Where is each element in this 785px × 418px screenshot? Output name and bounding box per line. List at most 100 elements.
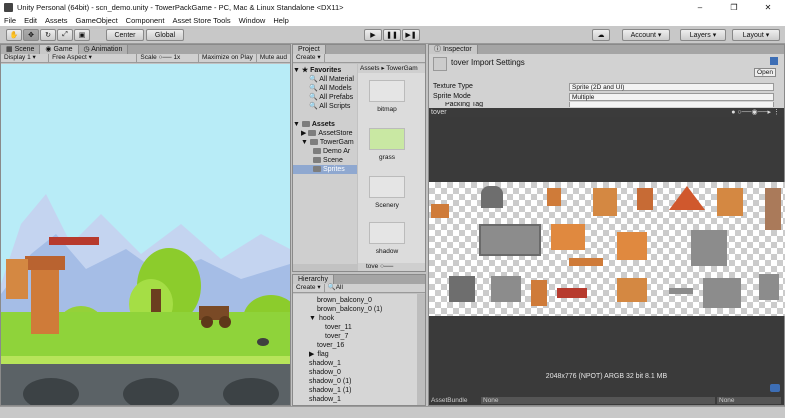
asset-folder-towergame[interactable]: ▼ TowerGam: [293, 138, 357, 147]
hierarchy-item[interactable]: shadow_1 (1): [293, 386, 417, 395]
hierarchy-item[interactable]: tover_7: [293, 332, 417, 341]
close-button[interactable]: ✕: [751, 3, 785, 12]
space-toggle-button[interactable]: Global: [146, 29, 184, 41]
crumb-towergame[interactable]: TowerGam: [386, 65, 417, 72]
tab-game[interactable]: ◉ Game: [40, 45, 79, 54]
sprite-sheet-preview[interactable]: [429, 182, 785, 316]
sprite-mode-dropdown[interactable]: Multiple: [569, 92, 774, 101]
folder-icon: [313, 166, 321, 173]
hierarchy-scrollbar[interactable]: [417, 294, 425, 405]
scale-tool-icon[interactable]: ⤢: [57, 29, 73, 41]
tab-inspector[interactable]: ⓘ Inspector: [429, 45, 478, 54]
asset-tile-scenery[interactable]: Scenery: [364, 174, 410, 218]
texture-type-dropdown[interactable]: Sprite (2D and UI): [569, 82, 774, 91]
menu-file[interactable]: File: [4, 16, 16, 25]
display-value: Display 1: [4, 54, 31, 61]
variant-dropdown[interactable]: None: [717, 397, 781, 404]
menu-asset-store-tools[interactable]: Asset Store Tools: [172, 16, 230, 25]
favorites-header[interactable]: ▼ ★ Favorites: [293, 66, 357, 75]
menu-window[interactable]: Window: [239, 16, 266, 25]
asset-folder-sprites[interactable]: Sprites: [293, 165, 357, 174]
asset-tile-bitmap[interactable]: bitmap: [364, 78, 410, 122]
fav-item-models[interactable]: 🔍 All Models: [293, 84, 357, 93]
hierarchy-search-input[interactable]: 🔍All: [325, 284, 425, 292]
minimize-button[interactable]: –: [683, 3, 717, 12]
hierarchy-create-dropdown[interactable]: Create ▾: [293, 284, 325, 292]
hierarchy-item[interactable]: shadow_0: [293, 368, 417, 377]
packing-tag-input[interactable]: [569, 102, 774, 107]
rotate-tool-icon[interactable]: ↻: [40, 29, 56, 41]
game-view[interactable]: [1, 64, 290, 405]
layout-dropdown[interactable]: Layout ▾: [732, 29, 780, 41]
cloud-icon[interactable]: ☁: [592, 29, 610, 41]
project-search-input[interactable]: [325, 54, 425, 62]
asset-tile-shadow[interactable]: shadow: [364, 220, 410, 264]
step-button[interactable]: ▶❚: [402, 29, 420, 41]
menu-help[interactable]: Help: [273, 16, 288, 25]
hierarchy-item[interactable]: tover_11: [293, 323, 417, 332]
hierarchy-item[interactable]: ▶ flag: [293, 350, 417, 359]
scale-slider[interactable]: Scale ○── 1x: [137, 54, 199, 62]
hierarchy-item[interactable]: ▼ hook: [293, 314, 417, 323]
account-dropdown[interactable]: Account ▾: [622, 29, 670, 41]
hand-tool-icon[interactable]: ✋: [6, 29, 22, 41]
open-button[interactable]: Open: [754, 68, 776, 77]
assetbundle-bar: AssetBundle None None: [429, 396, 784, 405]
display-dropdown[interactable]: Display 1 ▾: [1, 54, 50, 62]
project-create-dropdown[interactable]: Create ▾: [293, 54, 325, 62]
move-tool-icon[interactable]: ✥: [23, 29, 39, 41]
window-title: Unity Personal (64bit) - scn_demo.unity …: [17, 2, 344, 12]
menu-edit[interactable]: Edit: [24, 16, 37, 25]
menu-assets[interactable]: Assets: [45, 16, 68, 25]
hierarchy-item[interactable]: shadow_1: [293, 359, 417, 368]
maximize-button[interactable]: ❐: [717, 3, 751, 12]
fav-item-materials[interactable]: 🔍 All Material: [293, 75, 357, 84]
hierarchy-item[interactable]: shadow_0 (1): [293, 377, 417, 386]
assets-header[interactable]: ▼ Assets: [293, 120, 357, 129]
tab-animation[interactable]: ◷ Animation: [78, 45, 129, 54]
unity-logo-icon: [4, 2, 13, 12]
tab-project[interactable]: Project: [293, 45, 326, 54]
asset-tile-grass[interactable]: grass: [364, 126, 410, 170]
hierarchy-controlbar: Create ▾ 🔍All: [293, 284, 425, 293]
assetbundle-dropdown[interactable]: None: [481, 397, 715, 404]
packing-tag-row: Packing Tag: [433, 102, 774, 107]
crumb-assets[interactable]: Assets: [360, 65, 380, 72]
rect-tool-icon[interactable]: ▣: [74, 29, 90, 41]
hierarchy-item[interactable]: brown_balcony_0 (1): [293, 305, 417, 314]
pivot-toggle-button[interactable]: Center: [106, 29, 144, 41]
collapse-arrow-icon[interactable]: ▶: [309, 351, 314, 358]
menu-gameobject[interactable]: GameObject: [76, 16, 118, 25]
menu-component[interactable]: Component: [126, 16, 165, 25]
maximize-on-play-toggle[interactable]: Maximize on Play: [199, 54, 257, 62]
fav-item-scripts[interactable]: 🔍 All Scripts: [293, 102, 357, 111]
hierarchy-item[interactable]: brown_balcony_0: [293, 296, 417, 305]
hierarchy-panel: Hierarchy Create ▾ 🔍All brown_balcony_0 b…: [292, 274, 426, 406]
expand-arrow-icon[interactable]: ▼: [309, 315, 316, 322]
hierarchy-item-label: shadow_1 (1): [309, 387, 352, 394]
tab-scene[interactable]: ▦ Scene: [1, 45, 41, 54]
play-button[interactable]: ▶: [364, 29, 382, 41]
asset-folder-assetstore[interactable]: ▶ AssetStore: [293, 129, 357, 138]
towergame-label: TowerGam: [319, 139, 354, 146]
project-tabstrip: Project: [293, 45, 425, 54]
help-icon[interactable]: [770, 57, 778, 65]
asset-folder-scene[interactable]: Scene: [293, 156, 357, 165]
preview-slider[interactable]: ● ○──◉──▸ ⋮: [731, 108, 780, 117]
hierarchy-item[interactable]: tover_16: [293, 341, 417, 350]
tab-hierarchy[interactable]: Hierarchy: [293, 275, 334, 284]
asset-folder-demo[interactable]: Demo Ar: [293, 147, 357, 156]
mute-audio-toggle[interactable]: Mute aud: [257, 54, 290, 62]
texture-icon: [433, 57, 447, 71]
tag-icon[interactable]: [770, 384, 780, 392]
fav-item-prefabs[interactable]: 🔍 All Prefabs: [293, 93, 357, 102]
hierarchy-item-label: shadow_0: [309, 369, 341, 376]
layers-dropdown[interactable]: Layers ▾: [680, 29, 726, 41]
hierarchy-item[interactable]: shadow_1: [293, 395, 417, 404]
aspect-dropdown[interactable]: Free Aspect ▾: [49, 54, 138, 62]
hierarchy-list: brown_balcony_0 brown_balcony_0 (1) ▼ hook t…: [293, 294, 417, 405]
pause-button[interactable]: ❚❚: [383, 29, 401, 41]
folder-icon: [308, 130, 317, 137]
maximize-label: Maximize on Play: [201, 54, 253, 61]
tab-animation-label: Animation: [91, 46, 123, 53]
